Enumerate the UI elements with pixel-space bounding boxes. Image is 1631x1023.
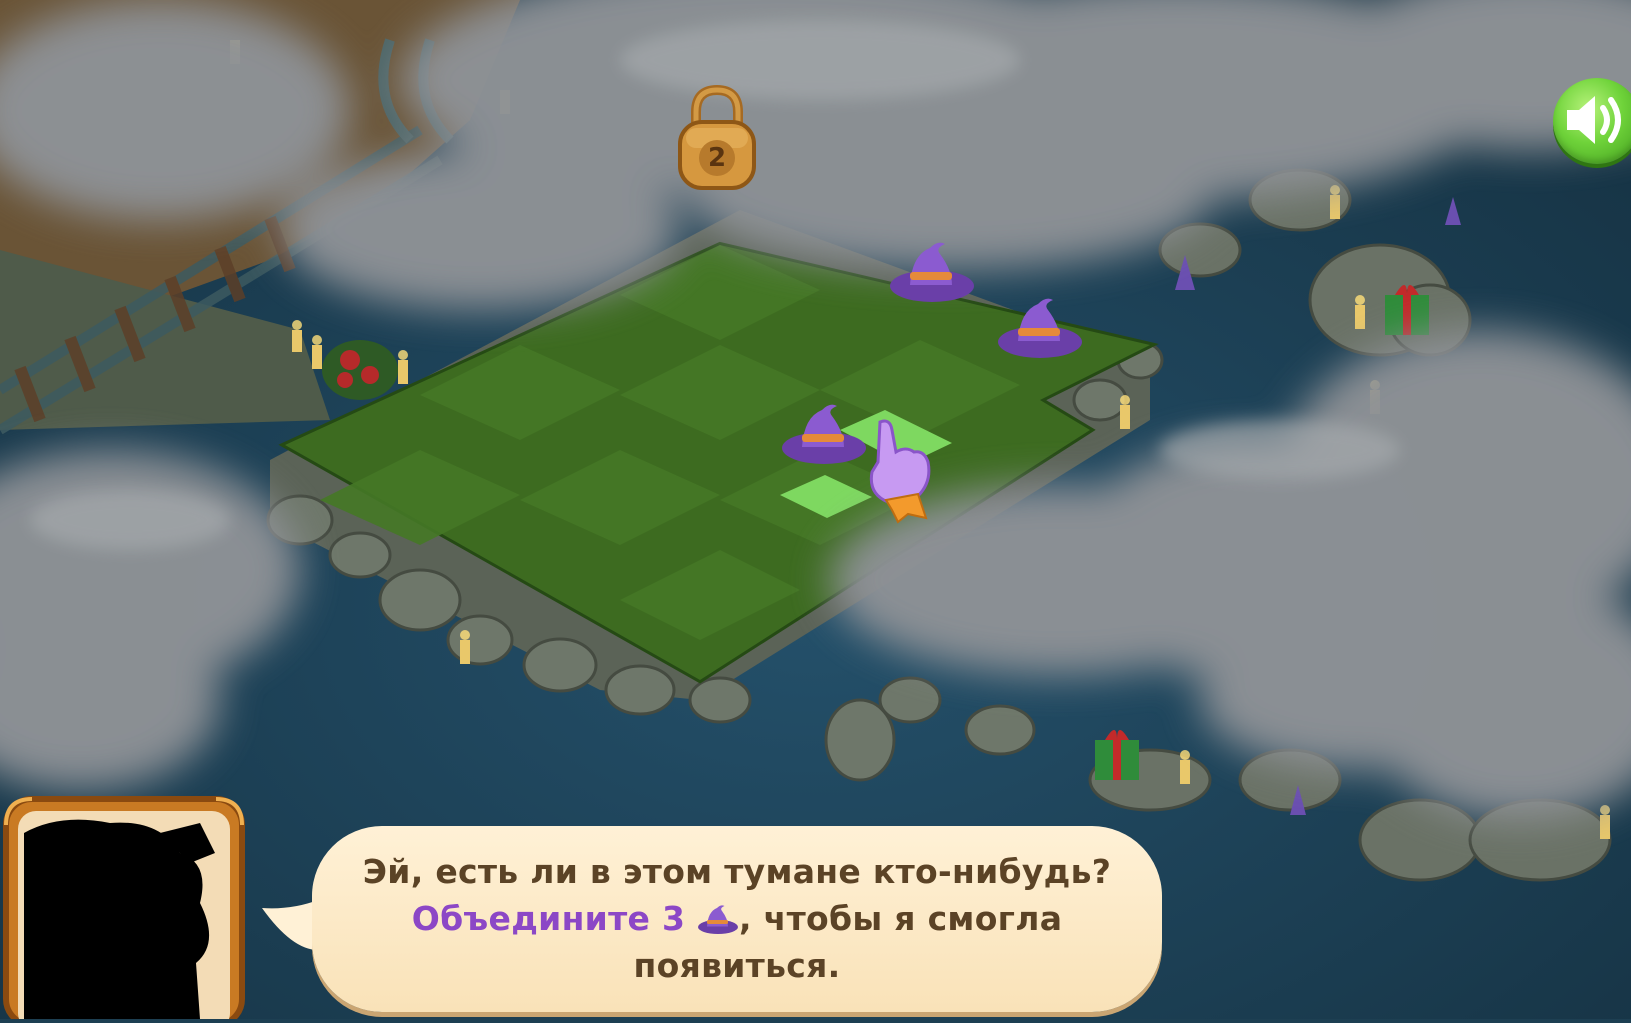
lock-icon[interactable]: 2 <box>676 84 758 194</box>
speech-bubble: Эй, есть ли в этом тумане кто-нибудь? Об… <box>312 826 1162 1012</box>
dialog-text: Эй, есть ли в этом тумане кто-нибудь? Об… <box>312 848 1162 989</box>
character-portrait <box>0 793 248 1023</box>
dialog-highlight: Объедините 3 <box>411 899 686 938</box>
character-silhouette <box>24 819 215 1019</box>
rose-bush <box>322 340 398 400</box>
dialog-line-3: появиться. <box>633 946 841 985</box>
dialog-line-1: Эй, есть ли в этом тумане кто-нибудь? <box>362 852 1112 891</box>
dialog-line-2: Объедините 3 , чтобы я смогла <box>312 895 1162 942</box>
witch-hat-icon <box>698 905 739 934</box>
lock-level-number: 2 <box>707 143 727 173</box>
dialog-line-2-rest: , чтобы я смогла <box>739 899 1063 938</box>
speaker-icon <box>1567 96 1621 144</box>
sound-button[interactable] <box>1553 78 1631 164</box>
